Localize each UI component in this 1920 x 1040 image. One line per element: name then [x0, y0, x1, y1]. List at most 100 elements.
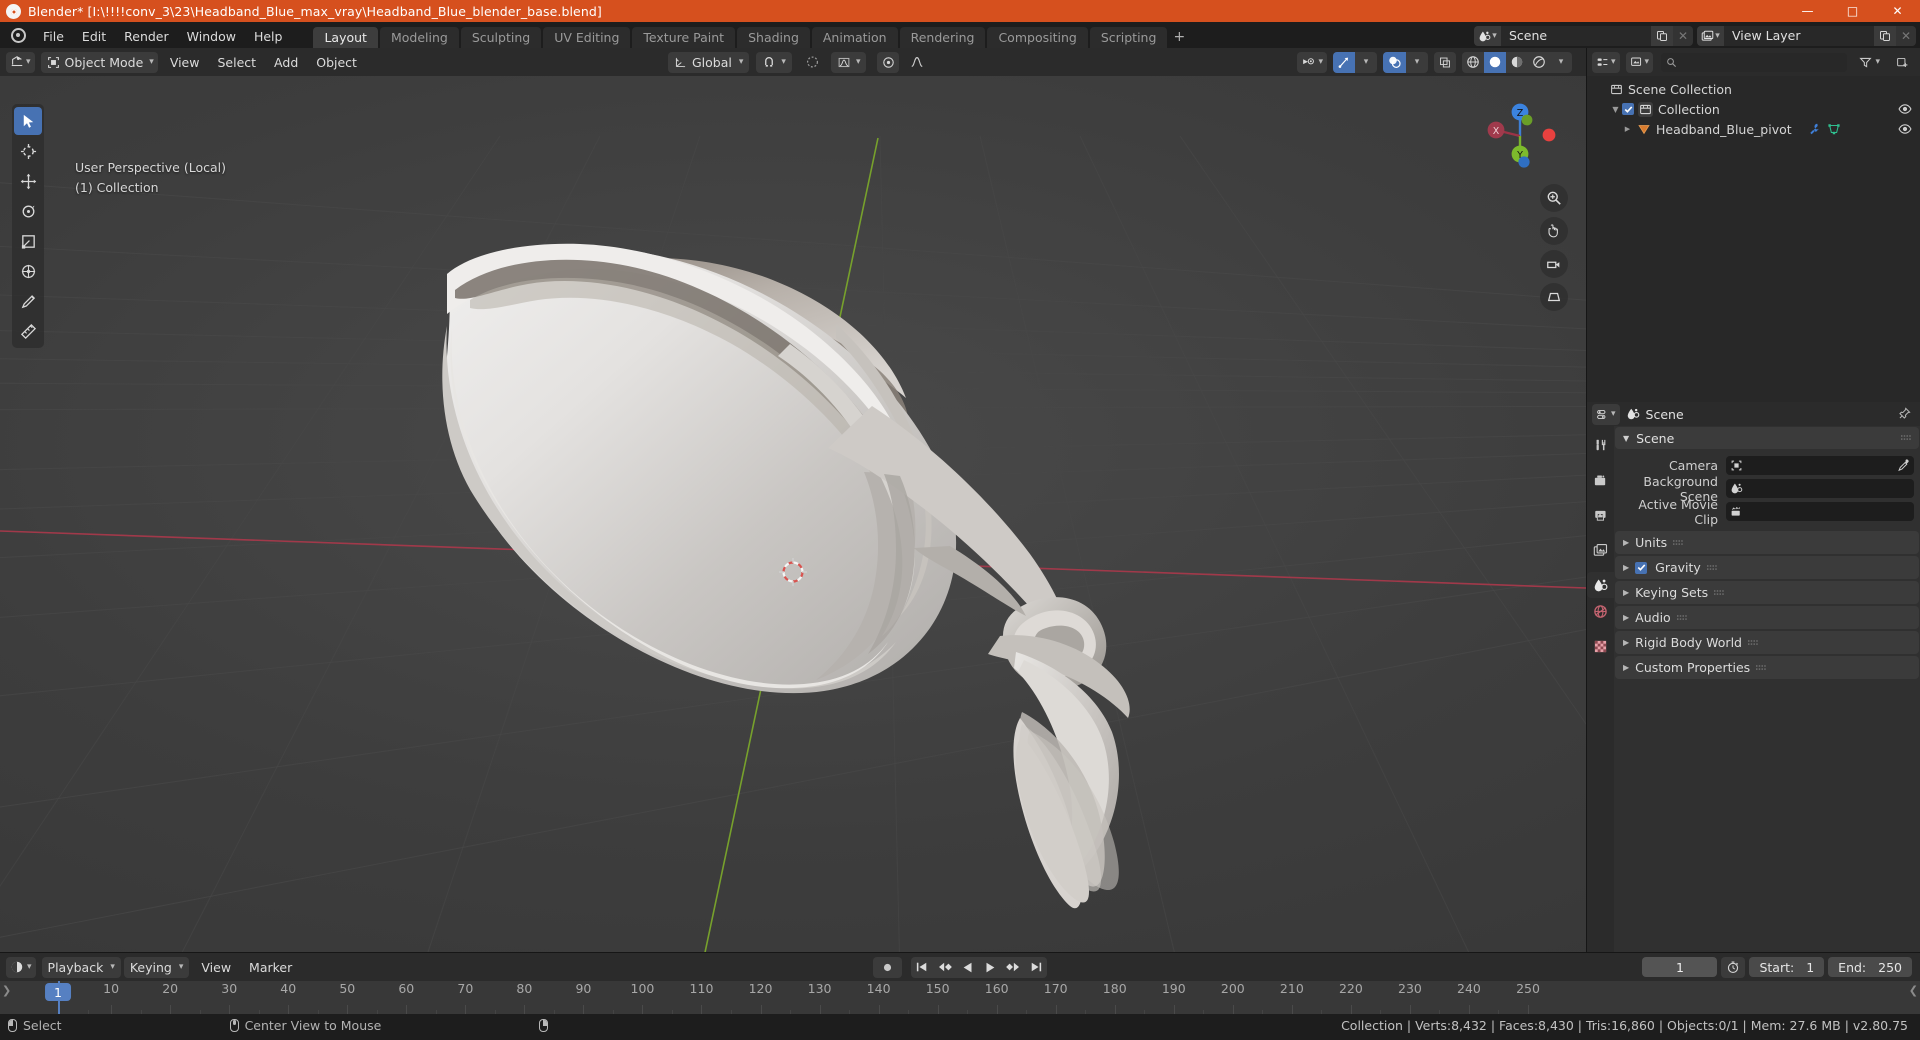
outliner-display-mode-selector[interactable]: ▾ — [1625, 51, 1654, 73]
properties-editor-type-selector[interactable]: ▾ — [1592, 403, 1620, 425]
end-frame-input[interactable]: End: 250 — [1828, 957, 1912, 977]
new-view-layer-button[interactable] — [1874, 26, 1896, 46]
visibility-eye-icon[interactable] — [1898, 102, 1912, 116]
gizmo-group[interactable]: ▾ — [1333, 51, 1377, 73]
origins-icon[interactable] — [877, 52, 899, 73]
3d-viewport[interactable]: User Perspective (Local) (1) Collection — [0, 76, 1586, 952]
prev-keyframe-button[interactable] — [933, 957, 957, 978]
scene-selector[interactable]: ▾ Scene ✕ — [1474, 26, 1693, 46]
interaction-mode-selector[interactable]: Object Mode ▾ — [40, 51, 158, 73]
active-movie-clip-field[interactable] — [1726, 502, 1914, 521]
camera-view-icon[interactable] — [1540, 250, 1568, 278]
properties-tab-view-layer[interactable] — [1587, 537, 1614, 563]
new-scene-button[interactable] — [1651, 26, 1673, 46]
show-gizmo-toggle[interactable] — [1333, 51, 1355, 73]
shading-rendered-button[interactable] — [1528, 52, 1550, 73]
use-preview-range-button[interactable] — [1721, 956, 1746, 978]
playhead-frame-label[interactable]: 1 — [45, 983, 71, 1001]
list-item[interactable]: ▼ Collection — [1587, 99, 1920, 119]
tab-layout[interactable]: Layout — [313, 27, 378, 48]
tab-uv-editing[interactable]: UV Editing — [543, 27, 631, 48]
editor-type-timeline-icon[interactable]: ▾ — [6, 957, 36, 978]
tab-animation[interactable]: Animation — [811, 27, 898, 48]
disclosure-triangle[interactable]: ▶ — [1621, 125, 1634, 133]
remove-view-layer-button[interactable]: ✕ — [1896, 26, 1916, 46]
panel-header-keying-sets[interactable]: ▶ Keying Sets — [1615, 581, 1919, 604]
perspective-toggle-icon[interactable] — [1540, 283, 1568, 311]
menu-render[interactable]: Render — [115, 26, 178, 48]
menu-help[interactable]: Help — [245, 26, 292, 48]
current-frame-input[interactable]: 1 — [1642, 957, 1718, 977]
play-button[interactable] — [979, 957, 1001, 978]
camera-field[interactable] — [1726, 456, 1914, 475]
properties-tab-output[interactable] — [1587, 502, 1614, 528]
scene-name[interactable]: Scene — [1501, 26, 1651, 46]
mesh-data-icon[interactable] — [1827, 122, 1841, 136]
falloff-curve-icon[interactable] — [903, 52, 931, 73]
tab-compositing[interactable]: Compositing — [987, 27, 1088, 48]
add-workspace-button[interactable]: + — [1169, 27, 1189, 48]
jump-to-end-button[interactable] — [1025, 957, 1047, 978]
remove-scene-button[interactable]: ✕ — [1673, 26, 1693, 46]
collection-exclude-checkbox[interactable] — [1622, 103, 1634, 115]
panel-header-gravity[interactable]: ▶ Gravity — [1615, 556, 1919, 579]
blender-logo-icon[interactable] — [10, 27, 27, 44]
proportional-falloff-selector[interactable]: ▾ — [830, 51, 867, 73]
menu-edit[interactable]: Edit — [73, 26, 115, 48]
snapping-selector[interactable]: ▾ — [756, 51, 792, 73]
tab-shading[interactable]: Shading — [737, 27, 810, 48]
timeline-ruler[interactable]: ❯ ❮ 10 20 30 40 50 60 70 80 90 100 110 120 130 140 150… — [0, 981, 1920, 1015]
list-item[interactable]: Scene Collection — [1587, 79, 1920, 99]
jump-to-start-button[interactable] — [911, 957, 933, 978]
maximize-button[interactable]: □ — [1830, 0, 1875, 22]
xray-group[interactable] — [1434, 51, 1456, 73]
minimize-button[interactable]: — — [1785, 0, 1830, 22]
record-button[interactable] — [873, 956, 902, 978]
viewport-menu-add[interactable]: Add — [265, 52, 307, 73]
timeline-menu-playback[interactable]: Playback ▾ — [41, 956, 121, 978]
show-overlays-toggle[interactable] — [1383, 51, 1406, 73]
background-scene-field[interactable] — [1726, 479, 1914, 498]
measure-tool[interactable] — [14, 317, 42, 345]
tab-modeling[interactable]: Modeling — [379, 27, 459, 48]
editor-type-outliner-icon[interactable]: ▾ — [1592, 52, 1620, 73]
tweak-select-tool[interactable] — [14, 107, 42, 135]
outliner-filter-button[interactable]: ▾ — [1853, 52, 1886, 73]
view-layer-selector[interactable]: ▾ View Layer ✕ — [1697, 26, 1916, 46]
navigation-gizmo[interactable]: Z X Y — [1476, 92, 1564, 180]
scale-tool[interactable] — [14, 227, 42, 255]
panel-header-audio[interactable]: ▶ Audio — [1615, 606, 1919, 629]
properties-tab-tool[interactable] — [1587, 432, 1614, 458]
outliner-new-collection-button[interactable] — [1890, 52, 1915, 73]
next-keyframe-button[interactable] — [1001, 957, 1025, 978]
outliner-search-input[interactable] — [1661, 52, 1848, 72]
viewport-menu-view[interactable]: View — [161, 52, 209, 73]
gravity-checkbox[interactable] — [1635, 561, 1648, 574]
overlay-options-dropdown[interactable]: ▾ — [1406, 52, 1428, 73]
tab-scripting[interactable]: Scripting — [1089, 27, 1168, 48]
timeline-editor-type-selector[interactable]: ▾ — [6, 956, 36, 978]
disclosure-triangle[interactable]: ▼ — [1609, 105, 1622, 114]
zoom-icon[interactable] — [1540, 184, 1568, 212]
panel-header-scene[interactable]: ▼ Scene — [1615, 427, 1919, 449]
list-item[interactable]: ▶ Headband_Blue_pivot — [1587, 119, 1920, 139]
tab-sculpting[interactable]: Sculpting — [460, 27, 542, 48]
menu-file[interactable]: File — [34, 26, 73, 48]
gizmo-options-dropdown[interactable]: ▾ — [1355, 52, 1377, 73]
play-reverse-button[interactable] — [957, 957, 979, 978]
outliner-view-layer-icon[interactable]: ▾ — [1626, 52, 1654, 73]
panel-header-custom-properties[interactable]: ▶ Custom Properties — [1615, 656, 1919, 679]
object-visibility-icon[interactable]: ▾ — [1297, 52, 1327, 73]
view-layer-icon[interactable]: ▾ — [1697, 26, 1724, 46]
transform-tool[interactable] — [14, 257, 42, 285]
editor-type-selector[interactable]: ▾ — [6, 51, 35, 73]
move-view-icon[interactable] — [1540, 217, 1568, 245]
properties-tab-scene[interactable] — [1587, 572, 1614, 598]
properties-tab-texture[interactable] — [1587, 633, 1614, 659]
tab-rendering[interactable]: Rendering — [899, 27, 986, 48]
modifier-wrench-icon[interactable] — [1808, 122, 1822, 136]
pin-icon[interactable] — [1897, 407, 1911, 421]
viewport-menu-select[interactable]: Select — [208, 52, 265, 73]
proportional-editing-toggle[interactable] — [799, 52, 826, 73]
shading-options-dropdown[interactable]: ▾ — [1550, 52, 1572, 73]
